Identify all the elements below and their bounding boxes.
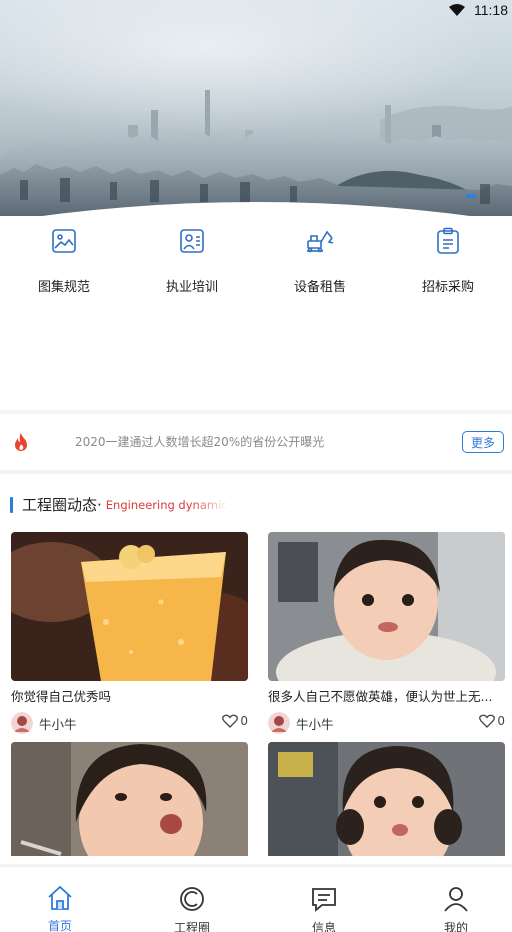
like-count: 0 <box>240 714 248 728</box>
feed-card-image[interactable] <box>268 742 505 856</box>
section-subtitle: Engineering dynamic <box>105 497 228 512</box>
avatar[interactable] <box>268 712 290 734</box>
engineering-feed-section: 工程圈动态· Engineering dynamic 你觉得自己优秀吗 牛小牛 … <box>0 474 512 864</box>
menu-item-label: 设备租售 <box>293 280 346 295</box>
tab-label: 工程圈 <box>173 921 210 932</box>
hero-banner[interactable]: 11:18 <box>0 0 512 232</box>
menu-item-atlas[interactable]: 图集规范 <box>0 224 128 295</box>
menu-item-label: 招标采购 <box>421 280 474 295</box>
section-accent-bar <box>10 496 13 513</box>
wifi-icon <box>449 4 465 16</box>
notice-bar[interactable]: 2020一建通过人数增长超20%的省份公开曝光 更多 <box>0 414 512 470</box>
banner-indicator[interactable] <box>466 194 476 198</box>
avatar[interactable] <box>11 712 33 734</box>
feed-card-meta: 牛小牛 0 <box>268 712 505 734</box>
feed-card-caption: 你觉得自己优秀吗 <box>11 689 112 704</box>
feed-card[interactable] <box>11 742 248 861</box>
user-icon <box>444 887 468 912</box>
menu-item-training[interactable]: 执业培训 <box>128 224 256 295</box>
home-icon <box>48 885 72 910</box>
notice-text[interactable]: 2020一建通过人数增长超20%的省份公开曝光 <box>75 433 324 450</box>
menu-item-equipment[interactable]: 设备租售 <box>256 224 384 295</box>
feed-card-image[interactable] <box>11 532 248 681</box>
feed-card-image[interactable] <box>11 742 248 856</box>
feed-card[interactable] <box>268 742 505 861</box>
heart-icon <box>479 714 496 728</box>
status-bar: 11:18 <box>448 0 512 20</box>
more-button[interactable]: 更多 <box>462 431 504 453</box>
tab-label: 首页 <box>47 919 72 932</box>
like-button[interactable]: 0 <box>222 714 248 728</box>
tab-label: 我的 <box>443 921 468 932</box>
section-header: 工程圈动态· Engineering dynamic <box>10 494 228 515</box>
tab-home[interactable]: 首页 <box>0 885 124 932</box>
menu-item-bidding[interactable]: 招标采购 <box>384 224 512 295</box>
tab-profile[interactable]: 我的 <box>392 885 512 932</box>
bottom-tab-bar: 首页 工程圈 信息 我的 <box>0 866 512 932</box>
excavator-icon <box>303 224 337 258</box>
tab-label: 信息 <box>311 921 336 932</box>
tab-engineering-circle[interactable]: 工程圈 <box>128 885 256 932</box>
clipboard-icon <box>431 224 465 258</box>
message-icon <box>312 888 336 912</box>
author-name[interactable]: 牛小牛 <box>39 714 77 733</box>
image-icon <box>47 224 81 258</box>
quick-menu: 图集规范 执业培训 设备租售 招标采购 <box>0 216 512 410</box>
author-name[interactable]: 牛小牛 <box>296 714 334 733</box>
feed-card-caption: 很多人自己不愿做英雄，便认为世上无... <box>268 689 493 704</box>
feed-card[interactable]: 很多人自己不愿做英雄，便认为世上无... 牛小牛 0 <box>268 532 505 734</box>
circle-icon <box>180 887 204 911</box>
feed-card-meta: 牛小牛 0 <box>11 712 248 734</box>
menu-item-label: 图集规范 <box>37 280 90 295</box>
heart-icon <box>222 714 239 728</box>
menu-item-label: 执业培训 <box>165 280 218 295</box>
status-time: 11:18 <box>474 2 508 18</box>
fire-icon <box>15 433 27 451</box>
tab-messages[interactable]: 信息 <box>260 885 388 932</box>
training-icon <box>175 224 209 258</box>
section-title: 工程圈动态· <box>22 496 102 514</box>
feed-card[interactable]: 你觉得自己优秀吗 牛小牛 0 <box>11 532 248 734</box>
like-count: 0 <box>497 714 505 728</box>
feed-card-image[interactable] <box>268 532 505 681</box>
like-button[interactable]: 0 <box>479 714 505 728</box>
